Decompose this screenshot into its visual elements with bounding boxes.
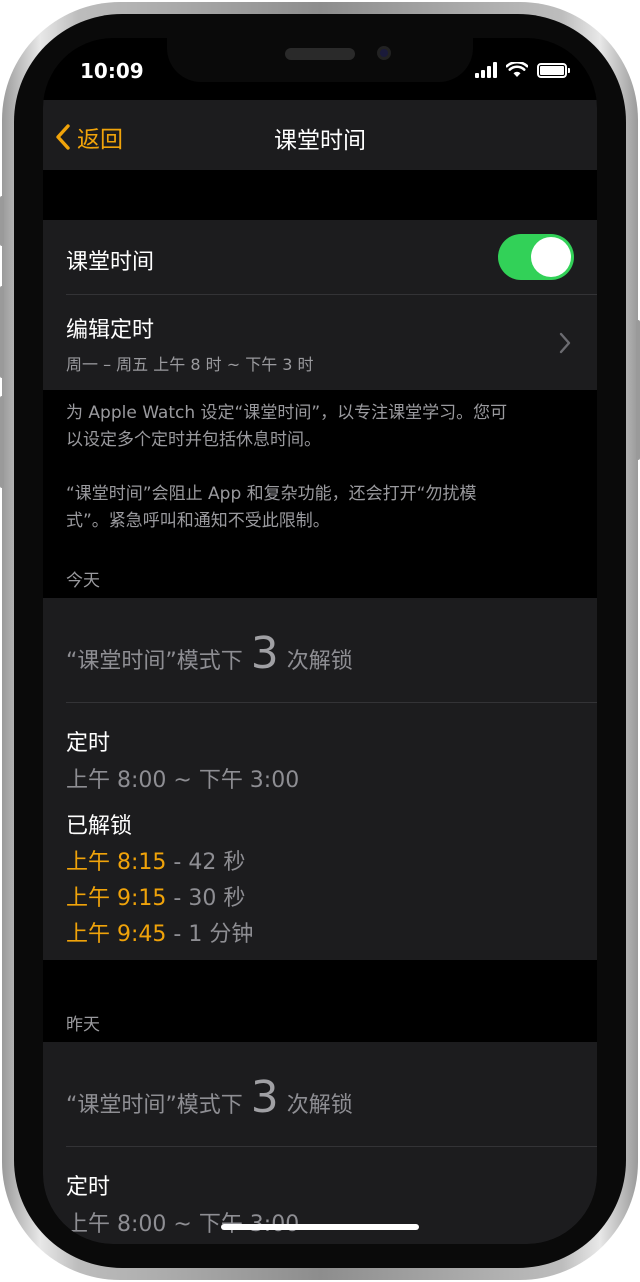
- today-unlock-summary: “课堂时间”模式下 3 次解锁: [66, 628, 353, 679]
- toggle-knob: [531, 237, 571, 277]
- unlock-entry-time: 上午 9:45: [66, 922, 167, 947]
- unlock-prefix: “课堂时间”模式下: [66, 1093, 243, 1118]
- unlock-entry: 上午 9:15 - 30 秒: [66, 880, 245, 912]
- unlock-suffix: 次解锁: [286, 1093, 353, 1118]
- yesterday-unlock-summary: “课堂时间”模式下 3 次解锁: [66, 1072, 353, 1123]
- screen: 10:09 返回 课堂时间 课堂时间 编辑定时 周一 – 周五 上午 8 时 ~…: [43, 38, 597, 1244]
- schedule-detail: 周一 – 周五 上午 8 时 ~ 下午 3 时: [66, 355, 314, 374]
- settings-group: 课堂时间 编辑定时 周一 – 周五 上午 8 时 ~ 下午 3 时: [43, 220, 597, 390]
- speaker: [285, 48, 355, 60]
- navigation-bar: 返回 课堂时间: [43, 100, 597, 170]
- page-title: 课堂时间: [274, 128, 366, 154]
- battery-icon: [537, 63, 570, 78]
- description-line: “课堂时间”会阻止 App 和复杂功能，还会打开“勿扰模: [66, 484, 477, 504]
- cellular-signal-icon: [475, 62, 497, 78]
- row-separator: [66, 702, 597, 703]
- today-schedule-label: 定时: [66, 731, 111, 756]
- unlock-prefix: “课堂时间”模式下: [66, 649, 243, 674]
- today-header: 今天: [66, 571, 100, 591]
- edit-schedule-label: 编辑定时: [66, 318, 155, 343]
- unlock-entry-time: 上午 8:15: [66, 850, 167, 875]
- chevron-right-icon: [559, 332, 571, 354]
- status-icons: [475, 62, 570, 78]
- description-line: 式”。紧急呼叫和通知不受此限制。: [66, 511, 330, 531]
- schooltime-toggle[interactable]: [498, 234, 574, 280]
- unlock-entry-time: 上午 9:15: [66, 886, 167, 911]
- today-unlocked-label: 已解锁: [66, 814, 133, 839]
- description-line: 以设定多个定时并包括休息时间。: [66, 430, 321, 450]
- notch: [167, 38, 473, 82]
- front-camera: [377, 46, 391, 60]
- unlock-entry-duration: - 1 分钟: [166, 922, 254, 947]
- description-line: 为 Apple Watch 设定“课堂时间”，以专注课堂学习。您可: [66, 403, 508, 423]
- volume-down-button: [0, 396, 4, 488]
- row-separator: [66, 1146, 597, 1147]
- yesterday-header: 昨天: [66, 1015, 100, 1035]
- unlock-count: 3: [250, 1072, 279, 1123]
- home-indicator[interactable]: [221, 1224, 419, 1230]
- today-schedule-value: 上午 8:00 ~ 下午 3:00: [66, 768, 300, 793]
- side-button: [636, 320, 640, 460]
- description-text: 为 Apple Watch 设定“课堂时间”，以专注课堂学习。您可 以设定多个定…: [66, 400, 576, 535]
- volume-up-button: [0, 286, 4, 378]
- unlock-suffix: 次解锁: [286, 649, 353, 674]
- unlock-entry-duration: - 30 秒: [166, 886, 246, 911]
- status-time: 10:09: [80, 59, 144, 83]
- today-group: “课堂时间”模式下 3 次解锁 定时 上午 8:00 ~ 下午 3:00 已解锁…: [43, 598, 597, 960]
- silent-switch: [0, 196, 4, 246]
- schooltime-toggle-label: 课堂时间: [66, 250, 155, 275]
- unlock-entry: 上午 8:15 - 42 秒: [66, 844, 245, 876]
- yesterday-schedule-value: 上午 8:00 ~ 下午 3:00: [66, 1212, 300, 1237]
- unlock-entry: 上午 9:45 - 1 分钟: [66, 916, 253, 948]
- yesterday-schedule-label: 定时: [66, 1175, 111, 1200]
- wifi-icon: [506, 62, 528, 77]
- yesterday-group: “课堂时间”模式下 3 次解锁 定时 上午 8:00 ~ 下午 3:00: [43, 1042, 597, 1244]
- unlock-count: 3: [250, 628, 279, 679]
- edit-schedule-row[interactable]: 编辑定时 周一 – 周五 上午 8 时 ~ 下午 3 时: [43, 295, 597, 390]
- unlock-entry-duration: - 42 秒: [166, 850, 246, 875]
